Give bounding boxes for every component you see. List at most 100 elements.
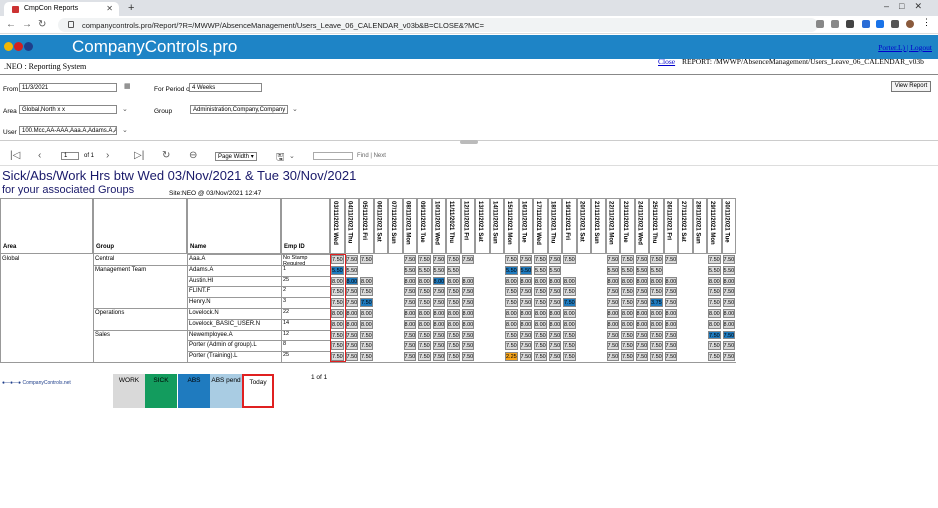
hours-cell[interactable]: 8.00: [664, 319, 677, 329]
employee-name[interactable]: Adams.A: [189, 267, 213, 273]
extension-icon[interactable]: [876, 20, 884, 28]
extension-icon[interactable]: [816, 20, 824, 28]
hours-cell[interactable]: 5.50: [606, 265, 619, 275]
hours-cell[interactable]: 7.50: [403, 287, 416, 297]
hours-cell[interactable]: 8.00: [722, 309, 735, 318]
employee-name[interactable]: Lovelock_BASIC_USER.N: [189, 321, 260, 327]
chevron-down-icon[interactable]: ⌄: [289, 152, 295, 160]
back-icon[interactable]: ←: [6, 19, 16, 30]
next-link[interactable]: Next: [374, 153, 386, 159]
hours-cell[interactable]: 8.00: [635, 319, 648, 329]
employee-name[interactable]: Newemployee.A: [189, 332, 233, 338]
hours-cell[interactable]: 7.50: [345, 330, 358, 340]
hours-cell[interactable]: 8.00: [664, 309, 677, 318]
hours-cell[interactable]: 5.50: [548, 265, 561, 275]
hours-cell[interactable]: 7.50: [418, 298, 431, 307]
hours-cell[interactable]: 7.50: [722, 330, 735, 340]
forward-icon[interactable]: →: [22, 19, 32, 30]
hours-cell[interactable]: 5.50: [519, 265, 532, 275]
hours-cell[interactable]: 8.00: [563, 319, 576, 329]
hours-cell[interactable]: 7.50: [432, 330, 445, 340]
hours-cell[interactable]: 7.50: [432, 341, 445, 351]
hours-cell[interactable]: 7.50: [519, 287, 532, 297]
hours-cell[interactable]: 7.50: [403, 330, 416, 340]
hours-cell[interactable]: 8.00: [447, 319, 460, 329]
employee-name[interactable]: Aaa.A: [189, 256, 205, 262]
hours-cell[interactable]: 8.00: [606, 309, 619, 318]
hours-cell[interactable]: 8.00: [418, 319, 431, 329]
hours-cell[interactable]: 8.00: [461, 319, 474, 329]
hours-cell[interactable]: 5.50: [534, 265, 547, 275]
hours-cell[interactable]: 7.50: [722, 298, 735, 307]
hours-cell[interactable]: 7.50: [534, 287, 547, 297]
hours-cell[interactable]: 7.50: [563, 352, 576, 361]
chevron-down-icon[interactable]: ⌄: [122, 126, 128, 134]
hours-cell[interactable]: 8.00: [548, 309, 561, 318]
hours-cell[interactable]: 8.00: [447, 309, 460, 318]
hours-cell[interactable]: 8.00: [534, 276, 547, 286]
hours-cell[interactable]: 7.50: [563, 287, 576, 297]
hours-cell[interactable]: 7.50: [461, 287, 474, 297]
hours-cell[interactable]: 7.50: [635, 330, 648, 340]
hours-cell[interactable]: 7.50: [606, 287, 619, 297]
hours-cell[interactable]: 7.50: [722, 287, 735, 297]
hours-cell[interactable]: 8.00: [345, 276, 358, 286]
hours-cell[interactable]: 7.50: [505, 255, 518, 264]
hours-cell[interactable]: 7.50: [519, 352, 532, 361]
hours-cell[interactable]: 7.50: [505, 298, 518, 307]
new-tab-button[interactable]: +: [128, 2, 134, 14]
hours-cell[interactable]: 8.00: [621, 309, 634, 318]
hours-cell[interactable]: 7.50: [519, 298, 532, 307]
hours-cell[interactable]: 7.50: [664, 298, 677, 307]
hours-cell[interactable]: 8.00: [418, 309, 431, 318]
hours-cell[interactable]: 7.50: [534, 341, 547, 351]
hours-cell[interactable]: 7.50: [664, 330, 677, 340]
last-page-icon[interactable]: ▷|: [134, 150, 144, 161]
hours-cell[interactable]: 7.50: [708, 352, 721, 361]
hours-cell[interactable]: 7.50: [432, 352, 445, 361]
hours-cell[interactable]: 7.50: [563, 341, 576, 351]
extension-icon[interactable]: [862, 20, 870, 28]
hours-cell[interactable]: 7.50: [621, 298, 634, 307]
hours-cell[interactable]: 8.00: [519, 309, 532, 318]
hours-cell[interactable]: 7.50: [461, 352, 474, 361]
hours-cell[interactable]: 8.00: [505, 319, 518, 329]
hours-cell[interactable]: 7.50: [650, 255, 663, 264]
hours-cell[interactable]: 8.00: [534, 319, 547, 329]
hours-cell[interactable]: 5.50: [708, 265, 721, 275]
period-select[interactable]: 4 Weeks: [189, 83, 262, 92]
hours-cell[interactable]: 5.50: [418, 265, 431, 275]
hours-cell[interactable]: 7.50: [606, 352, 619, 361]
hours-cell[interactable]: 7.50: [519, 341, 532, 351]
user-link[interactable]: Porter.L): [878, 43, 905, 52]
hours-cell[interactable]: 8.00: [650, 319, 663, 329]
hours-cell[interactable]: 7.50: [548, 330, 561, 340]
hours-cell[interactable]: 7.50: [708, 298, 721, 307]
hours-cell[interactable]: 7.50: [447, 298, 460, 307]
hours-cell[interactable]: 7.50: [534, 352, 547, 361]
hours-cell[interactable]: 8.00: [621, 276, 634, 286]
hours-cell[interactable]: 7.50: [621, 287, 634, 297]
hours-cell[interactable]: 7.50: [621, 255, 634, 264]
hours-cell[interactable]: 8.00: [563, 309, 576, 318]
page-number-input[interactable]: 1: [61, 152, 79, 160]
user-input[interactable]: 100.Mcc,AA-AAA,Aaa.A,Adams.A,Au: [19, 126, 117, 135]
chevron-down-icon[interactable]: ⌄: [122, 105, 128, 113]
browser-tab[interactable]: CmpCon Reports ✕: [4, 2, 119, 16]
hours-cell[interactable]: 7.50: [650, 330, 663, 340]
hours-cell[interactable]: 7.50: [461, 255, 474, 264]
hours-cell[interactable]: 7.50: [563, 255, 576, 264]
hours-cell[interactable]: 7.50: [447, 287, 460, 297]
hours-cell[interactable]: 8.00: [403, 309, 416, 318]
hours-cell[interactable]: 8.00: [432, 309, 445, 318]
hours-cell[interactable]: 7.50: [403, 352, 416, 361]
hours-cell[interactable]: 7.50: [708, 287, 721, 297]
hours-cell[interactable]: 8.00: [606, 276, 619, 286]
hours-cell[interactable]: 7.50: [345, 352, 358, 361]
hours-cell[interactable]: 7.50: [621, 352, 634, 361]
zoom-select[interactable]: Page Width ▾: [215, 152, 257, 161]
hours-cell[interactable]: 7.50: [447, 352, 460, 361]
hours-cell[interactable]: 8.00: [360, 319, 373, 329]
hours-cell[interactable]: 7.50: [360, 255, 373, 264]
hours-cell[interactable]: 5.50: [635, 265, 648, 275]
